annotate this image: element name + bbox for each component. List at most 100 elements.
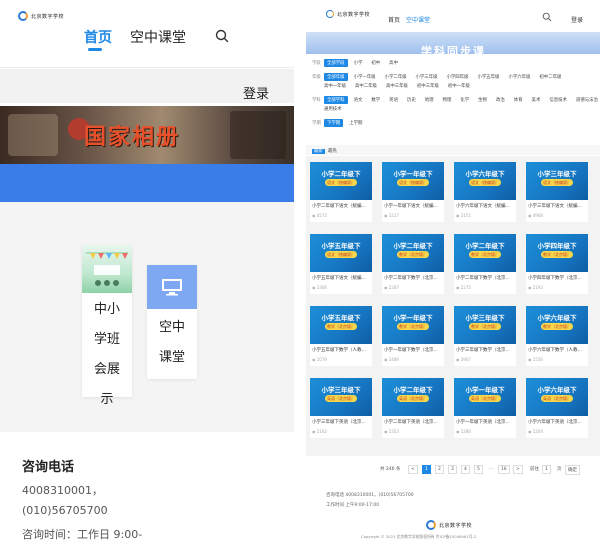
filter-option[interactable]: 小学二年级 [385, 74, 407, 80]
course-name[interactable]: 小学一年级下英语（北京... [456, 419, 514, 425]
course-name[interactable]: 小学六年级下语文（统编... [456, 203, 514, 209]
course-name[interactable]: 小学二年级下语文（统编... [312, 203, 370, 209]
course-card[interactable]: 小学二年级下 语文（统编版） 小学二年级下语文（统编... ◉ 4572 [310, 162, 372, 222]
filter-option[interactable]: 小学三年级 [416, 74, 438, 80]
course-card[interactable]: 小学二年级下 数学（北京版） 小学二年级下数学（北京... ◉ 2287 [382, 234, 444, 294]
filter-option[interactable]: 初中三年级 [417, 83, 439, 89]
course-name[interactable]: 小学五年级下数学（人教... [312, 347, 370, 353]
course-views: ◉ 1556 [528, 357, 543, 362]
filter-option[interactable]: 通用技术 [324, 106, 342, 112]
course-card[interactable]: 小学一年级下 英语（北京版） 小学一年级下英语（北京... ◉ 1286 [454, 378, 516, 438]
filter-option[interactable]: 小学五年级 [477, 74, 499, 80]
course-thumb-subject: 数学（北京版） [541, 323, 573, 330]
course-name[interactable]: 小学三年级下数学（北京... [456, 347, 514, 353]
filter-option[interactable]: 政治 [496, 97, 505, 103]
course-view-count: 3217 [388, 213, 399, 218]
course-card[interactable]: 小学一年级下 数学（北京版） 小学一年级下数学（北京... ◉ 1489 [382, 306, 444, 366]
pane-divider [294, 0, 306, 550]
course-card[interactable]: 小学四年级下 数学（北京版） 小学四年级下数学（北京... ◉ 2193 [526, 234, 588, 294]
filter-option[interactable]: 体育 [514, 97, 523, 103]
login-link[interactable]: 登录 [571, 15, 583, 24]
course-card[interactable]: 小学六年级下 语文（统编版） 小学六年级下语文（统编... ◉ 3151 [454, 162, 516, 222]
pager-prev[interactable]: < [408, 465, 418, 474]
filter-option[interactable]: 历史 [407, 97, 416, 103]
nav-air-classroom[interactable]: 空中课堂 [406, 15, 430, 24]
card-air-classroom[interactable]: 空中课堂 [147, 265, 197, 379]
course-card[interactable]: 小学三年级下 英语（北京版） 小学三年级下英语（北京... ◉ 1162 [310, 378, 372, 438]
course-card[interactable]: 小学二年级下 数学（北京版） 小学二年级下数学（北京... ◉ 2275 [454, 234, 516, 294]
course-card[interactable]: 小学一年级下 语文（统编版） 小学一年级下语文（统编... ◉ 3217 [382, 162, 444, 222]
filter-option[interactable]: 化学 [460, 97, 469, 103]
pager-page-5[interactable]: 5 [474, 465, 483, 474]
nav-home[interactable]: 首页 [84, 27, 112, 47]
filter-option[interactable]: 全部学科 [324, 96, 348, 104]
filter-option[interactable]: 初中 [371, 60, 380, 66]
filter-option[interactable]: 高中 [389, 60, 398, 66]
course-name[interactable]: 小学二年级下数学（北京... [384, 275, 442, 281]
site-logo[interactable]: 北京数字学校 [326, 10, 370, 18]
filter-label: 学科 [312, 98, 321, 103]
course-card[interactable]: 小学六年级下 英语（北京版） 小学六年级下英语（北京... ◉ 1204 [526, 378, 588, 438]
filter-option[interactable]: 物理 [443, 97, 452, 103]
search-button[interactable] [200, 22, 244, 50]
filter-option[interactable]: 生物 [478, 97, 487, 103]
pager-confirm-button[interactable]: 确定 [565, 465, 580, 475]
filter-option[interactable]: 道德与法治 [576, 97, 598, 103]
filter-option[interactable]: 数学 [371, 97, 380, 103]
filter-option[interactable]: 地理 [425, 97, 434, 103]
filter-option[interactable]: 英语 [389, 97, 398, 103]
filter-option[interactable]: 高中二年级 [355, 83, 377, 89]
course-card[interactable]: 小学五年级下 数学（北京版） 小学五年级下数学（人教... ◉ 1079 [310, 306, 372, 366]
filter-option[interactable]: 初中二年级 [539, 74, 561, 80]
course-name[interactable]: 小学五年级下语文（统编... [312, 275, 370, 281]
filter-option[interactable]: 全部年级 [324, 73, 348, 81]
pager-page-4[interactable]: 4 [461, 465, 470, 474]
course-name[interactable]: 小学六年级下数学（人教... [528, 347, 586, 353]
filter-option[interactable]: 初中一年级 [448, 83, 470, 89]
course-card[interactable]: 小学三年级下 语文（统编版） 小学三年级下语文（统编... ◉ 4968 [526, 162, 588, 222]
filter-option[interactable]: 美术 [532, 97, 541, 103]
pager-page-2[interactable]: 2 [435, 465, 444, 474]
sort-latest[interactable]: 最新 [312, 148, 325, 154]
card-label-text: 中小学班会展示 [93, 302, 120, 407]
course-name[interactable]: 小学二年级下英语（北京... [384, 419, 442, 425]
filter-option[interactable]: 高中一年级 [324, 83, 346, 89]
pager-last[interactable]: 16 [498, 465, 510, 474]
filter-option[interactable]: 下学期 [324, 119, 344, 127]
filter-option[interactable]: 小学一年级 [354, 74, 376, 80]
pager-page-3[interactable]: 3 [448, 465, 457, 474]
filter-option[interactable]: 全部学段 [324, 59, 348, 67]
pager-next[interactable]: > [513, 465, 523, 474]
course-card[interactable]: 小学六年级下 数学（北京版） 小学六年级下数学（人教... ◉ 1556 [526, 306, 588, 366]
card-class-meeting[interactable]: 中小学班会展示 [82, 245, 132, 407]
course-name[interactable]: 小学三年级下英语（北京... [312, 419, 370, 425]
filter-option[interactable]: 语文 [354, 97, 363, 103]
pager-page-1[interactable]: 1 [422, 465, 431, 474]
filter-option[interactable]: 上学期 [349, 120, 362, 126]
course-name[interactable]: 小学六年级下英语（北京... [528, 419, 586, 425]
nav-air-classroom[interactable]: 空中课堂 [130, 27, 186, 47]
site-logo[interactable]: 北京数字学校 [18, 9, 80, 23]
blue-band [0, 164, 294, 202]
nav-home[interactable]: 首页 [388, 15, 400, 24]
filter-option[interactable]: 信息技术 [549, 97, 567, 103]
pager-total: 共 246 条 [378, 465, 403, 473]
course-name[interactable]: 小学一年级下数学（北京... [384, 347, 442, 353]
login-link[interactable]: 登录 [243, 83, 269, 102]
course-card[interactable]: 小学二年级下 英语（北京版） 小学二年级下英语（北京... ◉ 1353 [382, 378, 444, 438]
filter-option[interactable]: 小学 [354, 60, 363, 66]
class-meeting-thumbnail [82, 245, 132, 293]
pager-goto-input[interactable]: 1 [542, 465, 551, 474]
course-name[interactable]: 小学三年级下语文（统编... [528, 203, 586, 209]
search-icon[interactable] [542, 12, 552, 22]
filter-option[interactable]: 高中三年级 [386, 83, 408, 89]
filter-option[interactable]: 小学四年级 [446, 74, 468, 80]
course-name[interactable]: 小学一年级下语文（统编... [384, 203, 442, 209]
hero-banner[interactable]: 国家相册 [0, 106, 294, 164]
course-card[interactable]: 小学五年级下 语文（统编版） 小学五年级下语文（统编... ◉ 3306 [310, 234, 372, 294]
course-name[interactable]: 小学二年级下数学（北京... [456, 275, 514, 281]
filter-option[interactable]: 小学六年级 [508, 74, 530, 80]
course-card[interactable]: 小学三年级下 数学（北京版） 小学三年级下数学（北京... ◉ 3907 [454, 306, 516, 366]
course-name[interactable]: 小学四年级下数学（北京... [528, 275, 586, 281]
sort-hottest[interactable]: 最热 [328, 148, 337, 154]
